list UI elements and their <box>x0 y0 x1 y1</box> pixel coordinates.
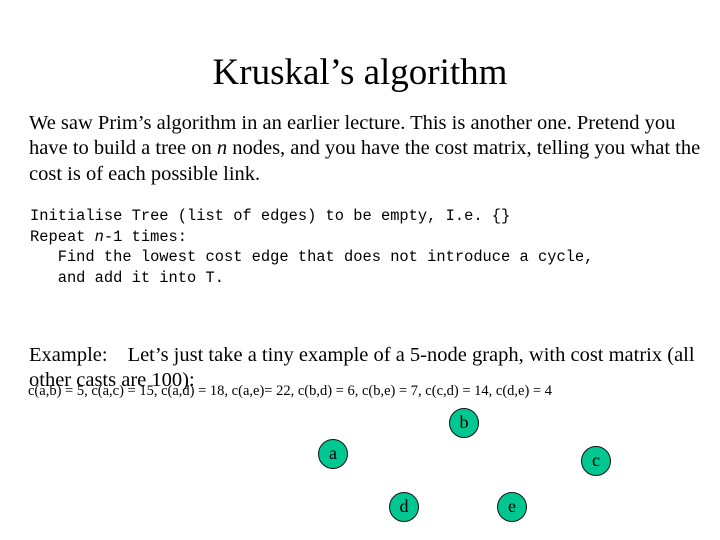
page-title: Kruskal’s algorithm <box>212 51 508 93</box>
node-e[interactable]: e <box>497 492 527 522</box>
cost-matrix-line: c(a,b) = 5, c(a,c) = 15, c(a,d) = 18, c(… <box>28 383 552 399</box>
node-b[interactable]: b <box>449 408 479 438</box>
pseudocode-line-2-italic-n: n <box>94 227 104 246</box>
node-b-label: b <box>459 412 469 432</box>
node-a-label: a <box>329 443 337 463</box>
node-e-label: e <box>508 496 516 516</box>
node-d[interactable]: d <box>389 492 419 522</box>
pseudocode-line-2-pre: Repeat <box>30 227 95 246</box>
pseudocode-line-4: and add it into T. <box>30 268 224 287</box>
node-d-label: d <box>399 496 409 516</box>
node-c-label: c <box>592 450 600 470</box>
pseudocode-block: Initialise Tree (list of edges) to be em… <box>30 206 720 288</box>
pseudocode-line-3: Find the lowest cost edge that does not … <box>30 248 594 266</box>
example-label: Example: <box>29 343 108 366</box>
intro-paragraph: We saw Prim’s algorithm in an earlier le… <box>29 111 701 188</box>
pseudocode-line-2-post: -1 times: <box>103 227 188 246</box>
node-a[interactable]: a <box>318 439 348 469</box>
pseudocode-line-1: Initialise Tree (list of edges) to be em… <box>30 207 511 225</box>
node-c[interactable]: c <box>581 446 611 476</box>
intro-italic-n: n <box>216 137 228 159</box>
slide-canvas: Kruskal’s algorithm We saw Prim’s algori… <box>0 0 720 540</box>
